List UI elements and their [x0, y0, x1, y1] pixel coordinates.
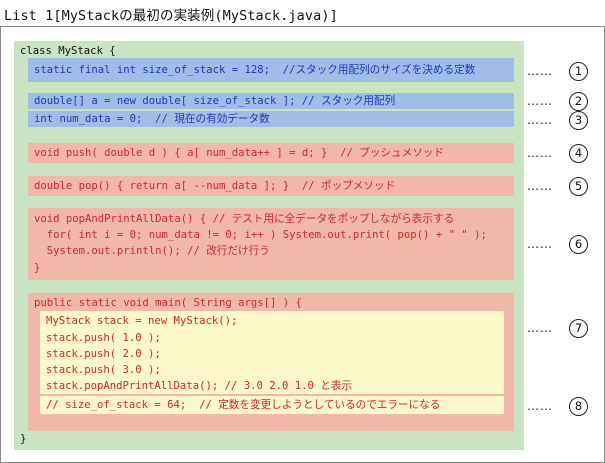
main-line-4: stack.push( 3.0 );: [46, 364, 161, 376]
marker-1: …… 1: [527, 61, 588, 81]
circled-number-4: 4: [569, 143, 588, 163]
class-closing-brace: }: [20, 433, 27, 445]
leader-dots: ……: [527, 237, 553, 251]
pop-and-print-block: void popAndPrintAllData() { // テスト用に全データ…: [28, 208, 514, 280]
circled-number-6: 6: [569, 234, 588, 254]
main-declaration: public static void main( String args[] )…: [34, 297, 302, 309]
marker-6: …… 6: [527, 234, 588, 254]
circled-number-8: 8: [569, 396, 588, 416]
error-line-block: // size_of_stack = 64; // 定数を変更しようとしているの…: [40, 396, 504, 414]
leader-dots: ……: [527, 321, 553, 335]
leader-dots: ……: [527, 94, 553, 108]
main-line-1: MyStack stack = new MyStack();: [46, 315, 238, 327]
leader-dots: ……: [527, 399, 553, 413]
leader-dots: ……: [527, 179, 553, 193]
push-line: void push( double d ) { a[ num_data++ ] …: [34, 147, 445, 159]
num-data-block: int num_data = 0; // 現在の有効データ数: [28, 111, 514, 127]
class-declaration: class MyStack {: [20, 45, 116, 57]
pop-and-print-line-3: System.out.println(); // 改行だけ行う: [34, 245, 270, 257]
marker-8: …… 8: [527, 396, 588, 416]
marker-5: …… 5: [527, 176, 588, 196]
marker-3: …… 3: [527, 110, 588, 130]
leader-dots: ……: [527, 64, 553, 78]
constant-line: static final int size_of_stack = 128; //…: [34, 64, 476, 76]
pop-and-print-line-4: }: [34, 262, 41, 274]
leader-dots: ……: [527, 113, 553, 127]
pop-and-print-line-2: for( int i = 0; num_data != 0; i++ ) Sys…: [34, 229, 487, 241]
array-block: double[] a = new double[ size_of_stack ]…: [28, 93, 514, 109]
pop-block: double pop() { return a[ --num_data ]; }…: [28, 176, 514, 196]
marker-2: …… 2: [527, 91, 588, 111]
error-line: // size_of_stack = 64; // 定数を変更しようとしているの…: [46, 399, 441, 411]
circled-number-3: 3: [569, 110, 588, 130]
main-body-block: MyStack stack = new MyStack(); stack.pus…: [40, 311, 504, 394]
marker-7: …… 7: [527, 318, 588, 338]
main-line-3: stack.push( 2.0 );: [46, 348, 161, 360]
circled-number-7: 7: [569, 318, 588, 338]
array-line: double[] a = new double[ size_of_stack ]…: [34, 95, 396, 107]
pop-line: double pop() { return a[ --num_data ]; }…: [34, 180, 396, 192]
leader-dots: ……: [527, 146, 553, 160]
listing-caption: List 1[MyStackの最初の実装例(MyStack.java)]: [4, 8, 338, 24]
num-data-line: int num_data = 0; // 現在の有効データ数: [34, 113, 270, 125]
push-block: void push( double d ) { a[ num_data++ ] …: [28, 143, 514, 163]
circled-number-5: 5: [569, 176, 588, 196]
constant-block: static final int size_of_stack = 128; //…: [28, 58, 514, 82]
circled-number-1: 1: [569, 61, 588, 81]
main-line-5: stack.popAndPrintAllData(); // 3.0 2.0 1…: [46, 380, 353, 392]
pop-and-print-line-1: void popAndPrintAllData() { // テスト用に全データ…: [34, 213, 455, 225]
main-line-2: stack.push( 1.0 );: [46, 332, 161, 344]
marker-4: …… 4: [527, 143, 588, 163]
circled-number-2: 2: [569, 91, 588, 111]
